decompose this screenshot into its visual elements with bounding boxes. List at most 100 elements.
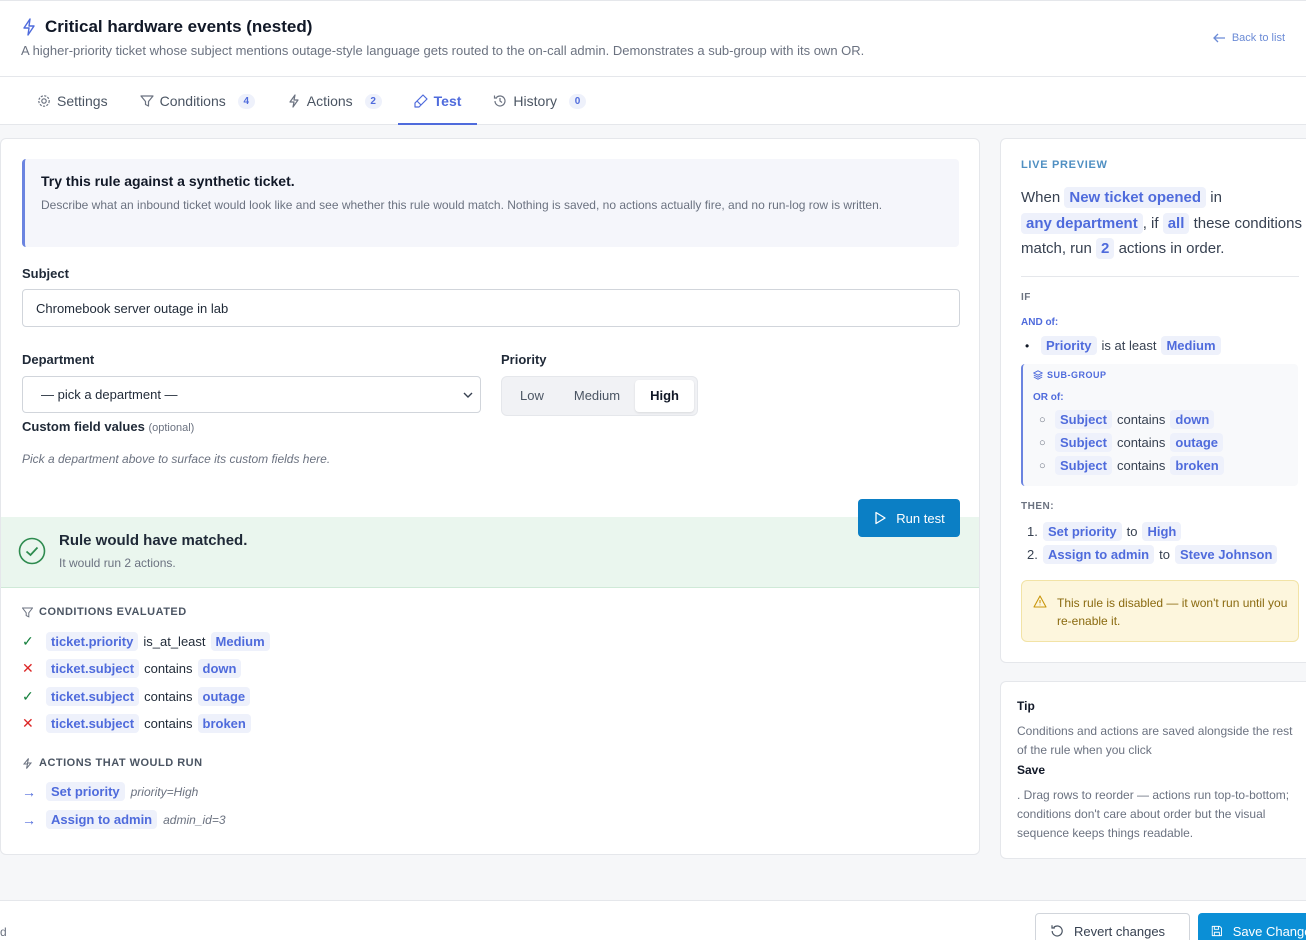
- check-icon: ✓: [22, 688, 34, 704]
- department-select[interactable]: — pick a department —: [22, 376, 481, 413]
- tab-label: Conditions: [159, 93, 226, 109]
- info-text: Describe what an inbound ticket would lo…: [41, 198, 883, 212]
- preview-condition-row: ○ Subject contains down: [1039, 410, 1215, 429]
- preview-value: broken: [1170, 456, 1224, 475]
- action-result-row: → Set priority priority=High: [22, 782, 198, 801]
- condition-field: ticket.subject: [46, 687, 140, 706]
- actions-heading: ACTIONS THAT WOULD RUN: [22, 757, 203, 769]
- conditions-evaluated-heading: CONDITIONS EVALUATED: [22, 606, 187, 618]
- footer-bar: d Revert changes Save Changes: [0, 900, 1306, 940]
- tip-panel: Tip Conditions and actions are saved alo…: [1000, 681, 1306, 859]
- priority-label: Priority: [501, 352, 547, 367]
- save-changes-button[interactable]: Save Changes: [1198, 913, 1306, 940]
- test-panel: Try this rule against a synthetic ticket…: [0, 138, 980, 855]
- action-count-pill: 2: [1096, 238, 1115, 259]
- tab-conditions[interactable]: Conditions 4: [124, 77, 271, 125]
- condition-operator: contains: [144, 661, 193, 676]
- bullet: •: [1025, 338, 1030, 353]
- preview-heading: LIVE PREVIEW: [1021, 159, 1108, 171]
- condition-field: ticket.subject: [46, 714, 140, 733]
- preview-value: Medium: [1161, 336, 1221, 355]
- then-keyword: THEN:: [1021, 501, 1055, 512]
- preview-field: Subject: [1055, 410, 1112, 429]
- tab-label: Test: [433, 93, 462, 109]
- tab-actions[interactable]: Actions 2: [271, 77, 398, 125]
- condition-field: ticket.priority: [46, 632, 139, 651]
- action-label: Set priority: [46, 782, 125, 801]
- sub-group-label: SUB-GROUP: [1047, 370, 1107, 380]
- subject-input[interactable]: Chromebook server outage in lab: [22, 289, 960, 327]
- run-test-button[interactable]: Run test: [858, 499, 960, 537]
- action-number: 2.: [1027, 547, 1038, 562]
- priority-segmented-control: Low Medium High: [501, 376, 698, 416]
- preview-operator: contains: [1116, 435, 1166, 450]
- preview-operator: contains: [1116, 458, 1166, 473]
- priority-option-medium[interactable]: Medium: [559, 380, 635, 412]
- tab-count-badge: 0: [568, 93, 586, 109]
- save-icon: [1211, 925, 1222, 937]
- condition-operator: is_at_least: [143, 634, 206, 649]
- bolt-icon: [22, 757, 33, 769]
- department-label: Department: [22, 352, 95, 367]
- condition-result-row: ✓ ticket.subject contains outage: [22, 687, 251, 706]
- revert-label: Revert changes: [1074, 923, 1166, 939]
- info-title: Try this rule against a synthetic ticket…: [41, 173, 295, 189]
- preview-field: Subject: [1055, 456, 1112, 475]
- result-banner: Rule would have matched. It would run 2 …: [1, 517, 979, 588]
- layers-icon: [1033, 370, 1043, 380]
- condition-result-row: ✓ ticket.priority is_at_least Medium: [22, 632, 270, 651]
- condition-value: Medium: [210, 632, 270, 651]
- preview-condition-row: • Priority is at least Medium: [1025, 336, 1221, 355]
- undo-icon: [1051, 925, 1063, 937]
- tip-text: Conditions and actions are saved alongsi…: [1017, 724, 1293, 757]
- sub-group-heading: SUB-GROUP: [1033, 370, 1107, 380]
- page-subtitle: A higher-priority ticket whose subject m…: [21, 43, 865, 58]
- circle-bullet: ○: [1039, 413, 1046, 426]
- action-result-row: → Assign to admin admin_id=3: [22, 810, 226, 829]
- revert-changes-button[interactable]: Revert changes: [1035, 913, 1190, 940]
- tab-test[interactable]: Test: [397, 77, 478, 125]
- or-of-label: OR of:: [1033, 392, 1064, 403]
- preview-divider: [1021, 276, 1299, 277]
- page-title: Critical hardware events (nested): [45, 17, 313, 36]
- preview-to: to: [1126, 524, 1138, 539]
- run-test-label: Run test: [896, 510, 945, 526]
- tab-count-badge: 2: [364, 93, 382, 109]
- tab-label: Settings: [57, 93, 108, 109]
- result-title: Rule would have matched.: [59, 532, 248, 549]
- arrow-right-icon: →: [22, 783, 36, 800]
- rule-header: Critical hardware events (nested) A high…: [0, 0, 1306, 125]
- check-circle-icon: [18, 537, 46, 565]
- preview-value: outage: [1170, 433, 1224, 452]
- tab-label: History: [513, 93, 557, 109]
- scope-pill: any department: [1021, 212, 1143, 234]
- sentence-word: When: [1021, 189, 1061, 206]
- preview-action: Set priority: [1043, 522, 1122, 541]
- arrow-left-icon: [1212, 33, 1225, 43]
- action-label: Assign to admin: [46, 810, 158, 829]
- preview-condition-row: ○ Subject contains broken: [1039, 456, 1224, 475]
- back-to-list-link[interactable]: Back to list: [1212, 32, 1285, 44]
- preview-condition-row: ○ Subject contains outage: [1039, 433, 1224, 452]
- condition-operator: contains: [144, 689, 193, 704]
- tab-history[interactable]: History 0: [477, 77, 602, 125]
- preview-value: down: [1170, 410, 1215, 429]
- preview-action-row: 1. Set priority to High: [1027, 522, 1182, 541]
- preview-to: to: [1159, 547, 1170, 562]
- priority-option-low[interactable]: Low: [505, 380, 559, 412]
- chevron-down-icon: [463, 392, 473, 398]
- x-icon: ✕: [22, 715, 34, 731]
- circle-bullet: ○: [1039, 459, 1046, 472]
- preview-action-value: Steve Johnson: [1174, 545, 1278, 564]
- tip-save-word: Save: [1017, 763, 1046, 777]
- tab-count-badge: 4: [237, 93, 255, 109]
- preview-operator: is at least: [1101, 338, 1157, 353]
- priority-option-high[interactable]: High: [635, 380, 694, 412]
- condition-operator: contains: [144, 716, 193, 731]
- tab-settings[interactable]: Settings: [21, 77, 124, 125]
- if-keyword: IF: [1021, 292, 1031, 303]
- actions-heading-label: ACTIONS THAT WOULD RUN: [39, 757, 203, 769]
- arrow-right-icon: →: [22, 811, 36, 828]
- action-param: admin_id=3: [163, 812, 226, 827]
- preview-operator: contains: [1116, 412, 1166, 427]
